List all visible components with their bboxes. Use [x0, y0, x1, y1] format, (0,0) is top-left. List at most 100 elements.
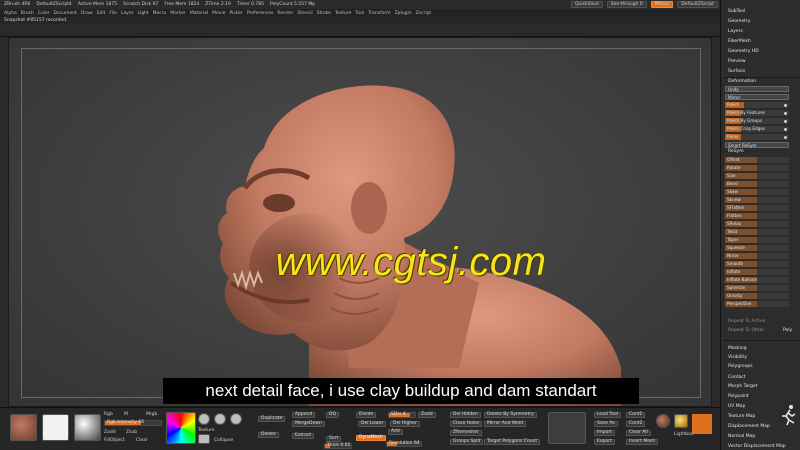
deform-resym[interactable]: ReSym — [724, 149, 798, 155]
palette-geometry[interactable]: Geometry — [724, 18, 798, 25]
save-as-button[interactable]: Save As — [594, 421, 618, 427]
m-toggle[interactable]: M — [124, 412, 128, 417]
load-tool-button[interactable]: Load Tool — [594, 412, 621, 418]
mrgb-toggle[interactable]: Mrgb — [146, 412, 157, 417]
palette-visibility[interactable]: Visibility — [724, 354, 798, 361]
menu-alpha[interactable]: Alpha — [4, 11, 17, 16]
slider-taper[interactable]: Taper — [725, 237, 789, 243]
mini-viewport[interactable] — [548, 412, 586, 444]
color-picker[interactable] — [166, 412, 196, 444]
clear-button[interactable]: Clear — [136, 438, 148, 443]
groups-split-button[interactable]: Groups Split — [450, 439, 484, 445]
append-button[interactable]: Append — [292, 412, 316, 418]
palette-subtool[interactable]: SubTool — [724, 8, 798, 15]
menu-preferences[interactable]: Preferences — [247, 11, 273, 16]
menu-color[interactable]: Color — [38, 11, 50, 16]
zadd-toggle[interactable]: Zadd — [104, 430, 116, 435]
menu-edit[interactable]: Edit — [97, 11, 106, 16]
deform-unify[interactable]: Unify — [725, 86, 789, 92]
palette-masking[interactable]: Masking — [724, 345, 798, 352]
deform-polish-features[interactable]: Polish By Features — [725, 110, 789, 116]
viewport-canvas[interactable]: www.cgtsj.com — [8, 37, 712, 407]
lightbox-icon[interactable] — [674, 414, 688, 428]
slider-twist[interactable]: Twist — [725, 229, 789, 235]
palette-vector-displacement-map[interactable]: Vector Displacement Map — [724, 443, 798, 450]
slider-skew[interactable]: Skew — [725, 189, 789, 195]
sculpt-model[interactable] — [9, 38, 712, 407]
palette-normal-map[interactable]: Normal Map — [724, 433, 798, 440]
slider-srelax[interactable]: SRelax — [725, 221, 789, 227]
palette-polypaint[interactable]: Polypaint — [724, 393, 798, 400]
slider-size[interactable]: Size — [725, 173, 789, 179]
slider-noise[interactable]: Noise — [725, 253, 789, 259]
subtool-thumb-icon[interactable] — [656, 414, 670, 428]
menu-marker[interactable]: Marker — [170, 11, 186, 16]
orange-swatch[interactable] — [692, 414, 712, 434]
duplicate-button[interactable]: Duplicate — [258, 416, 286, 422]
target-polygons-count-slider[interactable]: Target Polygons Count — [484, 439, 541, 445]
palette-preview[interactable]: Preview — [724, 58, 798, 65]
menus-button[interactable]: Menus — [650, 1, 674, 8]
texture-sphere-icon[interactable] — [198, 413, 210, 425]
palette-fibermesh[interactable]: FiberMesh — [724, 38, 798, 45]
menu-zplugin[interactable]: Zplugin — [395, 11, 412, 16]
sdiv-slider[interactable]: SDiv 4 — [388, 412, 416, 418]
slider-spherize[interactable]: Spherize — [725, 285, 789, 291]
menu-brush[interactable]: Brush — [21, 11, 34, 16]
resolution-slider[interactable]: Resolution 64 — [386, 441, 422, 447]
zsub-toggle[interactable]: Zsub — [126, 430, 137, 435]
menu-render[interactable]: Render — [277, 11, 293, 16]
texture-sphere3-icon[interactable] — [230, 413, 242, 425]
menu-movie[interactable]: Movie — [212, 11, 225, 16]
default-script-button[interactable]: DefaultZScript — [677, 1, 718, 8]
slider-squeeze[interactable]: Squeeze — [725, 245, 789, 251]
quicksave-button[interactable]: QuickSave — [570, 1, 603, 8]
slider-perspective[interactable]: Perspective — [725, 301, 789, 307]
dq-button[interactable]: DQ — [326, 412, 340, 418]
fill-object-button[interactable]: FillObject — [104, 438, 125, 443]
palette-deformation[interactable]: Deformation — [724, 78, 798, 85]
menu-stroke[interactable]: Stroke — [317, 11, 331, 16]
export-button[interactable]: Export — [594, 439, 615, 445]
deform-mirror[interactable]: Mirror — [725, 94, 789, 100]
dynamesh-button[interactable]: DynaMesh — [356, 435, 386, 441]
menu-tool[interactable]: Tool — [355, 11, 364, 16]
zadd-shelf-button[interactable]: Zadd — [418, 412, 436, 418]
slider-gravity[interactable]: Gravity — [725, 293, 789, 299]
menu-texture[interactable]: Texture — [335, 11, 351, 16]
tool-thumbnail[interactable] — [10, 414, 37, 441]
add-button[interactable]: Add — [388, 429, 403, 435]
palette-polygroups[interactable]: Polygroups — [724, 363, 798, 370]
thickness-slider[interactable]: Thick 0.02 — [324, 443, 352, 449]
palette-morph-target[interactable]: Morph Target — [724, 383, 798, 390]
extract-button[interactable]: Extract — [292, 433, 315, 439]
clear-all-button[interactable]: Clear All — [626, 430, 651, 436]
menu-file[interactable]: File — [109, 11, 117, 16]
menu-material[interactable]: Material — [190, 11, 208, 16]
delete-by-symmetry-button[interactable]: Delete By Symmetry — [484, 412, 537, 418]
menu-picker[interactable]: Picker — [229, 11, 242, 16]
import-button[interactable]: Import — [594, 430, 615, 436]
mirror-and-weld-button[interactable]: Mirror And Weld — [484, 421, 526, 427]
slider-inflate[interactable]: Inflate — [725, 269, 789, 275]
del-higher-button[interactable]: Del Higher — [390, 421, 420, 427]
deform-polish-groups[interactable]: Polish By Groups — [725, 118, 789, 124]
lightbox-label[interactable]: Lightbox — [674, 432, 693, 437]
poly-toggle[interactable]: Poly — [783, 327, 797, 334]
deform-relax[interactable]: Relax — [725, 134, 789, 140]
menu-transform[interactable]: Transform — [368, 11, 390, 16]
palette-geometry-hd[interactable]: Geometry HD — [724, 48, 798, 55]
sort-button[interactable]: Sort — [326, 436, 342, 442]
slider-flatten[interactable]: Flatten — [725, 213, 789, 219]
slider-offset[interactable]: Offset — [725, 157, 789, 163]
rgb-intensity-slider[interactable]: Rgb Intensity 64 — [104, 420, 162, 426]
menu-draw[interactable]: Draw — [81, 11, 93, 16]
slider-smooth[interactable]: Smooth — [725, 261, 789, 267]
merge-down-button[interactable]: MergeDown — [292, 421, 325, 427]
palette-surface[interactable]: Surface — [724, 68, 798, 75]
divide-button[interactable]: Divide — [356, 412, 377, 418]
rgb-toggle[interactable]: Rgb — [104, 412, 113, 417]
alpha-thumbnail[interactable] — [42, 414, 69, 441]
insert-mesh-button[interactable]: Insert Mesh — [626, 439, 659, 445]
close-holes-button[interactable]: Close Holes — [450, 421, 483, 427]
